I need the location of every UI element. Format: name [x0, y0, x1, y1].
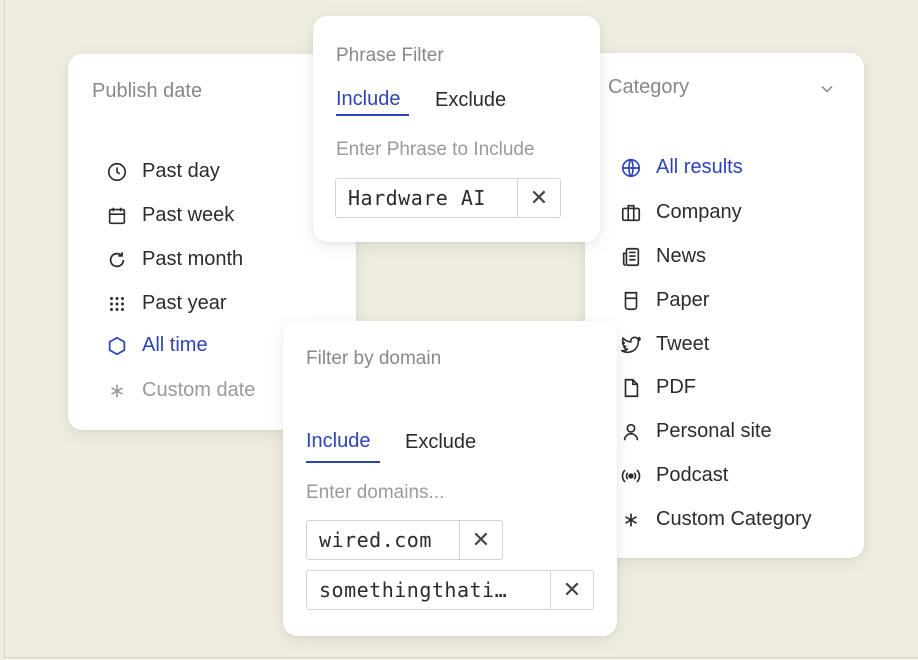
domain-filter-card: Filter by domain Include Exclude Enter d… [283, 321, 617, 636]
hexagon-icon [106, 335, 128, 357]
category-option-all-results[interactable]: All results [620, 156, 743, 179]
category-card: Category All results Company News Paper … [585, 53, 864, 558]
publish-option-label: Past month [142, 248, 244, 270]
publish-option-label: All time [142, 334, 208, 356]
category-option-label: Podcast [656, 464, 729, 486]
category-option-podcast[interactable]: Podcast [620, 464, 728, 487]
globe-icon [620, 157, 642, 179]
publish-option-custom-date[interactable]: Custom date [106, 379, 255, 402]
phrase-chip-text: Hardware AI [348, 186, 486, 210]
publish-date-title: Publish date [92, 80, 203, 102]
category-option-label: Paper [656, 289, 710, 311]
category-option-label: Tweet [656, 333, 710, 355]
category-option-label: News [656, 245, 707, 267]
tab-include-underline [336, 114, 409, 116]
publish-option-past-year[interactable]: Past year [106, 292, 226, 315]
asterisk-icon [106, 380, 128, 402]
tab-exclude[interactable]: Exclude [435, 89, 506, 112]
remove-chip-button[interactable]: ✕ [517, 179, 560, 217]
phrase-chip: Hardware AI ✕ [335, 178, 561, 218]
remove-chip-button[interactable]: ✕ [550, 571, 593, 609]
chevron-down-icon[interactable] [817, 79, 837, 99]
domain-chip-text: somethingthati… [319, 578, 508, 602]
domain-filter-title: Filter by domain [306, 348, 442, 369]
domain-input-placeholder[interactable]: Enter domains... [306, 482, 444, 504]
dots-grid-icon [106, 293, 128, 315]
publish-option-label: Past year [142, 292, 227, 314]
category-option-pdf[interactable]: PDF [620, 376, 696, 399]
tab-include[interactable]: Include [306, 430, 371, 453]
phrase-filter-title: Phrase Filter [336, 45, 444, 66]
refresh-icon [106, 249, 128, 271]
category-option-label: Personal site [656, 420, 772, 442]
publish-option-past-week[interactable]: Past week [106, 204, 234, 227]
category-option-label: PDF [656, 376, 696, 398]
publish-option-past-month[interactable]: Past month [106, 248, 243, 271]
tab-include[interactable]: Include [336, 88, 401, 111]
domain-chip: wired.com ✕ [306, 520, 503, 560]
publish-option-all-time[interactable]: All time [106, 334, 208, 357]
category-option-label: Custom Category [656, 508, 812, 530]
tab-include-underline [306, 461, 380, 463]
category-option-company[interactable]: Company [620, 201, 742, 224]
phrase-input-placeholder[interactable]: Enter Phrase to Include [336, 139, 535, 161]
podcast-icon [620, 465, 642, 487]
publish-option-label: Custom date [142, 379, 256, 401]
category-option-label: Company [656, 201, 742, 223]
category-option-news[interactable]: News [620, 245, 706, 268]
category-option-label: All results [656, 156, 743, 178]
newspaper-icon [620, 246, 642, 268]
category-option-personal-site[interactable]: Personal site [620, 420, 772, 443]
calendar-icon [106, 205, 128, 227]
category-option-paper[interactable]: Paper [620, 289, 709, 312]
domain-chip: somethingthati… ✕ [306, 570, 594, 610]
publish-option-past-day[interactable]: Past day [106, 160, 220, 183]
briefcase-icon [620, 202, 642, 224]
clock-icon [106, 161, 128, 183]
asterisk-icon [620, 509, 642, 531]
twitter-icon [620, 334, 642, 356]
person-icon [620, 421, 642, 443]
publish-option-label: Past day [142, 160, 220, 182]
category-option-custom[interactable]: Custom Category [620, 508, 812, 531]
category-title: Category [608, 76, 690, 98]
remove-chip-button[interactable]: ✕ [459, 521, 502, 559]
category-option-tweet[interactable]: Tweet [620, 333, 709, 356]
tab-exclude[interactable]: Exclude [405, 431, 476, 454]
file-icon [620, 377, 642, 399]
domain-chip-text: wired.com [319, 528, 432, 552]
phrase-filter-card: Phrase Filter Include Exclude Enter Phra… [313, 16, 600, 242]
publish-option-label: Past week [142, 204, 235, 226]
paper-icon [620, 290, 642, 312]
